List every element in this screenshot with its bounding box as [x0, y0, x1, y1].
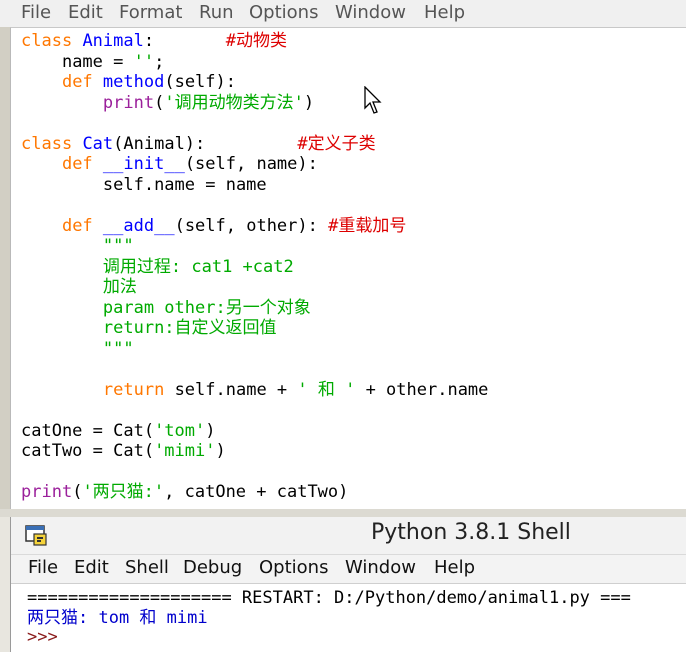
function-name: __init__ [102, 154, 185, 174]
builtin: print [102, 92, 155, 113]
class-name: Animal [82, 31, 144, 51]
string: '' [133, 51, 155, 72]
menu-format[interactable]: Format [119, 2, 182, 23]
docstring: 加法 [102, 277, 137, 297]
function-name: __add__ [102, 215, 175, 236]
shell-title: Python 3.8.1 Shell [371, 520, 571, 545]
shell-menu-window[interactable]: Window [345, 557, 416, 578]
shell-menu-edit[interactable]: Edit [74, 557, 109, 578]
keyword: def [61, 72, 93, 92]
menu-options[interactable]: Options [249, 2, 318, 23]
mouse-pointer-icon [364, 86, 382, 114]
shell-menu-debug[interactable]: Debug [183, 557, 242, 578]
shell-menu-bar: File Edit Shell Debug Options Window Hel… [11, 555, 686, 584]
menu-run[interactable]: Run [199, 2, 234, 23]
menu-window[interactable]: Window [335, 2, 406, 23]
docstring: 调用过程: cat1 +cat2 [102, 256, 294, 277]
shell-menu-help[interactable]: Help [434, 557, 475, 578]
shell-window: Python 3.8.1 Shell File Edit Shell Debug… [10, 517, 686, 652]
keyword: def [61, 215, 93, 236]
keyword: def [61, 154, 93, 174]
docstring: """ [102, 236, 134, 256]
docstring: """ [102, 338, 134, 359]
shell-menu-options[interactable]: Options [259, 557, 328, 578]
code-editor[interactable]: class Animal: #动物类 name = ''; def method… [10, 27, 686, 509]
window-gap [0, 509, 686, 517]
menu-edit[interactable]: Edit [68, 2, 103, 23]
keyword: class [21, 31, 73, 51]
string: '两只猫:' [82, 482, 165, 502]
shell-output[interactable]: ==================== RESTART: D:/Python/… [27, 588, 631, 648]
program-output: 两只猫: tom 和 mimi [27, 607, 208, 628]
docstring: return:自定义返回值 [102, 318, 277, 338]
shell-menu-shell[interactable]: Shell [125, 557, 169, 578]
editor-menu-bar: File Edit Format Run Options Window Help [0, 0, 686, 27]
restart-line: ==================== RESTART: D:/Python/… [27, 588, 631, 608]
keyword: return [102, 379, 165, 400]
python-shell-icon [25, 525, 47, 546]
string: 'tom' [154, 420, 206, 441]
string: ' 和 ' [297, 379, 356, 400]
menu-help[interactable]: Help [424, 2, 465, 23]
shell-menu-file[interactable]: File [28, 557, 58, 578]
function-name: method [102, 72, 165, 92]
window-left-edge [0, 27, 10, 509]
shell-prompt: >>> [27, 627, 58, 647]
comment: #重载加号 [328, 215, 407, 236]
menu-file[interactable]: File [21, 2, 51, 23]
keyword: class [21, 133, 73, 154]
code-text: class Animal: #动物类 name = ''; def method… [21, 31, 489, 502]
class-name: Cat [82, 133, 114, 154]
string: '调用动物类方法' [164, 92, 304, 113]
docstring: param other:另一个对象 [102, 297, 311, 318]
string: 'mimi' [154, 441, 216, 461]
builtin: print [21, 482, 73, 502]
comment: #动物类 [225, 31, 288, 51]
shell-title-bar[interactable]: Python 3.8.1 Shell [11, 517, 686, 555]
comment: #定义子类 [297, 133, 376, 154]
